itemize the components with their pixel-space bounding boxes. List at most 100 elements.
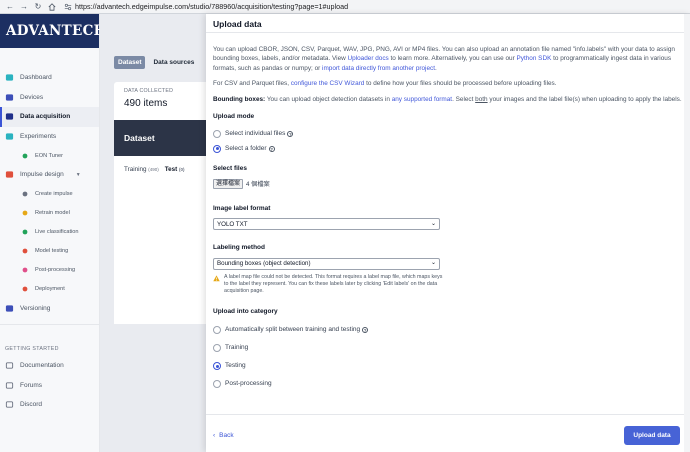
chevron-down-icon[interactable]: ▼ [76,172,81,178]
chevron-down-icon: ⌄ [430,259,436,266]
import-project-link[interactable]: import data directly from another projec… [322,65,435,72]
back-button[interactable]: ‹ Back [213,432,234,439]
sidebar-item-label: Data acquisition [20,113,71,121]
file-input: 選擇檔案 4 個檔案 [213,179,683,190]
sidebar-section-title: GETTING STARTED [5,346,59,352]
label-map-warning: A label map file could not be detected. … [213,274,683,295]
radio-button-selected[interactable] [213,362,221,371]
documentation-icon [5,361,14,370]
upload-mode-label: Upload mode [213,113,255,121]
sidebar-item-label: Discord [20,401,43,409]
sidebar-item-forums[interactable]: Forums [0,376,99,396]
upload-data-button[interactable]: Upload data [624,426,680,445]
python-sdk-link[interactable]: Python SDK [517,55,552,62]
sidebar-item-documentation[interactable]: Documentation [0,356,99,376]
sidebar-item-live-classification[interactable]: Live classification [0,223,99,242]
labeling-method-select[interactable]: Bounding boxes (object detection) ⌄ [213,257,440,270]
radio-auto-split[interactable]: Automatically split between training and… [213,321,683,339]
radio-select-folder[interactable]: Select a folder? [213,141,683,156]
choose-files-button[interactable]: 選擇檔案 [213,179,244,190]
radio-button[interactable] [213,326,221,335]
radio-testing[interactable]: Testing [213,357,683,375]
sidebar-item-devices[interactable]: Devices [0,88,99,108]
radio-button-selected[interactable] [213,144,221,153]
site-info-icon[interactable] [64,3,72,11]
radio-button[interactable] [213,380,221,389]
retrain-icon [22,210,28,216]
sidebar-item-label: Retrain model [35,210,70,216]
model-testing-icon [22,248,28,254]
intro-paragraph: You can upload CBOR, JSON, CSV, Parquet,… [213,46,675,72]
upload-data-modal: Upload data You can upload CBOR, JSON, C… [206,14,690,452]
sidebar-item-label: Live classification [35,229,79,235]
data-collected-value: 490 items [124,98,168,109]
radio-post-processing[interactable]: Post-processing [213,375,683,393]
sidebar-item-deployment[interactable]: Deployment [0,280,99,299]
modal-body: You can upload CBOR, JSON, CSV, Parquet,… [213,45,683,393]
back-arrow-icon[interactable]: ← [4,1,16,13]
supported-format-link[interactable]: any supported format [392,96,452,103]
reload-icon[interactable]: ↻ [32,1,44,13]
eon-tuner-icon [22,153,28,159]
modal-title: Upload data [213,19,262,29]
logo-band: ADVANTECH [0,14,106,48]
select-files-label: Select files [213,165,247,173]
upload-category-label: Upload into category [213,307,278,315]
sidebar-item-label: Deployment [35,286,65,292]
image-label-format-label: Image label format [213,204,271,212]
sidebar-item-versioning[interactable]: Versioning [0,299,99,319]
sidebar-item-retrain-model[interactable]: Retrain model [0,204,99,223]
divider [206,414,690,415]
sidebar-item-post-processing[interactable]: Post-processing [0,261,99,280]
deployment-icon [22,286,28,292]
sidebar-item-create-impulse[interactable]: Create impulse [0,185,99,204]
company-logo[interactable]: ADVANTECH [6,23,107,39]
radio-button[interactable] [213,344,221,353]
sidebar-item-impulse-design[interactable]: Impulse design ▼ [0,165,99,185]
sidebar-item-label: Dashboard [20,74,52,82]
sidebar-item-label: Experiments [20,132,57,140]
divider [0,324,99,325]
forward-arrow-icon[interactable]: → [18,1,30,13]
sidebar-item-experiments[interactable]: Experiments [0,127,99,147]
sidebar-item-discord[interactable]: Discord [0,395,99,415]
home-icon[interactable] [46,1,58,13]
sidebar-item-dashboard[interactable]: Dashboard [0,68,99,88]
page-tabs: Dataset Data sources [114,56,198,69]
csv-wizard-link[interactable]: configure the CSV Wizard [291,80,365,87]
divider [206,32,690,33]
discord-icon [5,400,14,409]
image-label-format-select[interactable]: YOLO TXT ⌄ [213,218,440,231]
impulse-design-icon [5,170,14,179]
versioning-icon [5,304,14,313]
page-scrollbar[interactable] [684,14,690,452]
radio-training[interactable]: Training [213,339,683,357]
tab-data-sources[interactable]: Data sources [149,56,198,69]
help-icon[interactable]: ? [362,327,369,334]
dataset-title: Dataset [114,120,206,156]
sidebar-item-data-acquisition[interactable]: Data acquisition [0,107,99,127]
address-bar[interactable]: https://advantech.edgeimpulse.com/studio… [64,1,682,12]
dataset-panel: Dataset Training (490) Test (0) [114,120,206,324]
help-icon[interactable]: ? [268,145,275,152]
tab-dataset[interactable]: Dataset [114,56,146,69]
radio-button[interactable] [213,129,221,138]
sidebar-item-eon-tuner[interactable]: EON Tuner [0,146,99,165]
warning-icon [213,275,220,281]
dot-icon [22,191,28,197]
uploader-docs-link[interactable]: Uploader docs [348,55,389,62]
data-collected-label: DATA COLLECTED [124,88,174,94]
tab-training[interactable]: Training (490) [124,166,159,173]
devices-icon [5,93,14,102]
radio-individual-files[interactable]: Select individual files? [213,126,683,141]
dataset-split-tabs: Training (490) Test (0) [114,156,206,173]
file-count: 4 個檔案 [246,180,270,188]
dashboard-icon [5,73,14,82]
chevron-left-icon: ‹ [213,432,216,439]
sidebar-item-label: Model testing [35,248,69,254]
chevron-down-icon: ⌄ [430,220,436,227]
tab-test[interactable]: Test (0) [165,166,185,173]
help-icon[interactable]: ? [287,130,294,137]
sidebar-item-model-testing[interactable]: Model testing [0,242,99,261]
sidebar-item-label: Devices [20,93,44,101]
